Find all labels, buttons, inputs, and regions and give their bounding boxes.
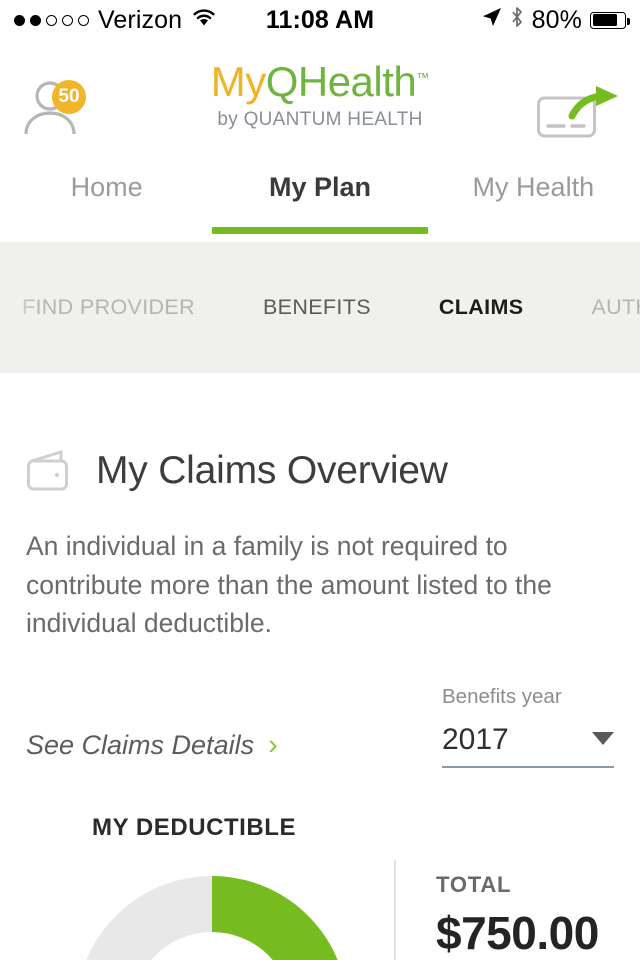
deductible-donut-chart [60, 860, 364, 960]
wifi-icon [191, 6, 217, 34]
tab-home-label: Home [70, 172, 143, 202]
details-and-year-row: See Claims Details › Benefits year 2017 [26, 685, 614, 769]
see-claims-details-link[interactable]: See Claims Details › [26, 729, 278, 768]
subnav-item-benefits[interactable]: BENEFITS [263, 295, 371, 320]
app-header: 50 MyQHealth™ by QUANTUM HEALTH [0, 40, 640, 150]
deductible-stats: TOTAL $750.00 PAID [394, 860, 599, 960]
status-bar-right: 80% [374, 5, 631, 35]
benefits-year-picker[interactable]: Benefits year 2017 [442, 685, 614, 769]
app-logo: MyQHealth™ by QUANTUM HEALTH [210, 57, 430, 132]
benefits-year-label: Benefits year [442, 685, 562, 709]
logo-qhealth-text: QHealth [265, 57, 417, 105]
logo-subtitle: by QUANTUM HEALTH [217, 109, 423, 131]
tab-my-health[interactable]: My Health [427, 150, 640, 242]
see-claims-details-label: See Claims Details [26, 730, 255, 761]
subnav-item-authorizations[interactable]: AUTHORIZATIONS [591, 295, 640, 320]
carrier-name: Verizon [98, 5, 183, 34]
chevron-right-icon: › [268, 729, 278, 762]
clock: 11:08 AM [265, 5, 375, 34]
total-label: TOTAL [436, 872, 512, 898]
tab-my-plan-label: My Plan [268, 172, 371, 202]
status-bar-left: Verizon [14, 6, 266, 35]
page-title-row: My Claims Overview [26, 449, 614, 493]
logo-wordmark: MyQHealth™ [210, 57, 430, 105]
page-description: An individual in a family is not require… [26, 531, 552, 639]
battery-percent: 80% [531, 5, 583, 34]
wallet-icon [27, 449, 68, 491]
active-tab-indicator [211, 227, 428, 234]
page-title: My Claims Overview [96, 449, 448, 492]
status-bar-center: 11:08 AM [266, 6, 374, 35]
profile-button[interactable]: 50 [16, 78, 88, 136]
id-card-button[interactable] [536, 86, 622, 138]
location-arrow-icon [482, 6, 502, 34]
profile-badge: 50 [52, 80, 86, 114]
subnav-item-find-provider[interactable]: FIND PROVIDER [22, 295, 195, 320]
id-card-share-icon [537, 86, 618, 138]
subnav-item-claims[interactable]: CLAIMS [439, 295, 524, 320]
trademark-symbol: ™ [416, 69, 430, 85]
battery-icon [590, 11, 631, 29]
total-value: $750.00 [436, 907, 599, 960]
secondary-nav-scroller[interactable]: FIND PROVIDER BENEFITS CLAIMS AUTHORIZAT… [0, 295, 640, 320]
app-screen: Verizon 11:08 AM 80% 50 MyQHealth™ by QU… [0, 0, 640, 960]
primary-tab-bar: Home My Plan My Health [0, 150, 640, 242]
chevron-down-icon [592, 732, 614, 746]
bluetooth-icon [510, 6, 524, 35]
tab-my-plan[interactable]: My Plan [211, 150, 428, 242]
tab-home[interactable]: Home [0, 150, 213, 242]
deductible-summary: TOTAL $750.00 PAID [26, 860, 614, 960]
benefits-year-select[interactable]: 2017 [442, 723, 614, 769]
benefits-year-value: 2017 [442, 723, 509, 757]
secondary-nav-bar[interactable]: FIND PROVIDER BENEFITS CLAIMS AUTHORIZAT… [0, 242, 640, 373]
logo-my-text: My [210, 57, 267, 105]
status-bar: Verizon 11:08 AM 80% [0, 0, 640, 40]
deductible-section-label: MY DEDUCTIBLE [92, 814, 297, 842]
signal-strength-icon [14, 14, 89, 26]
page-content: My Claims Overview An individual in a fa… [0, 449, 640, 960]
tab-my-health-label: My Health [472, 172, 595, 202]
